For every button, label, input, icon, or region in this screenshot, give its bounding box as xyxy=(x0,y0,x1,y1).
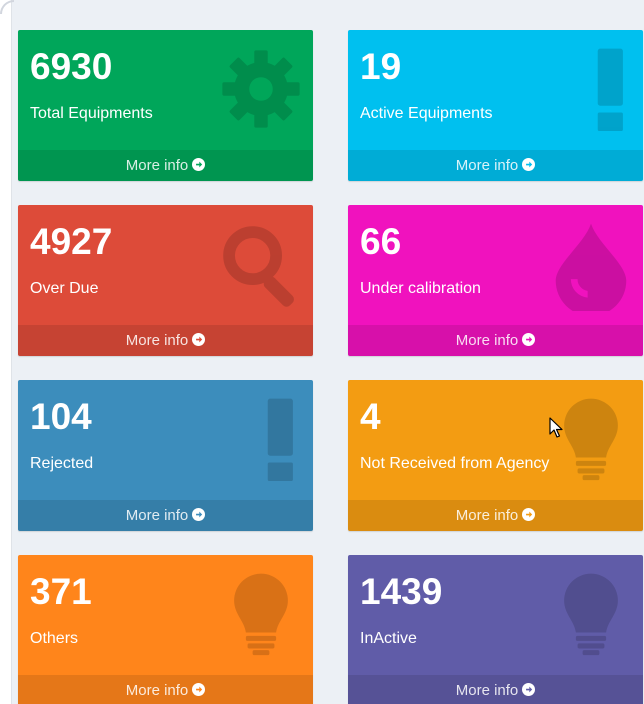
small-box-total-equipments: 6930 Total Equipments More info xyxy=(18,30,313,181)
arrow-circle-right-icon xyxy=(522,333,536,346)
arrow-circle-right-icon xyxy=(522,508,536,521)
box-label: InActive xyxy=(360,630,417,647)
box-label: Over Due xyxy=(30,280,99,297)
arrow-circle-right-icon xyxy=(522,158,536,171)
box-label: Not Received from Agency xyxy=(360,455,550,472)
mouse-cursor-icon xyxy=(549,417,563,438)
more-info-label: More info xyxy=(455,332,519,349)
more-info-link[interactable]: More info xyxy=(18,500,313,531)
arrow-circle-right-icon xyxy=(522,683,536,696)
small-box-inactive: 1439 InActive More info xyxy=(348,555,643,704)
more-info-link[interactable]: More info xyxy=(348,150,643,181)
search-icon xyxy=(219,217,303,311)
more-info-label: More info xyxy=(455,507,519,524)
box-label: Rejected xyxy=(30,455,94,472)
more-info-link[interactable]: More info xyxy=(18,675,313,704)
more-info-link[interactable]: More info xyxy=(348,325,643,356)
box-label: Others xyxy=(30,630,79,647)
more-info-link[interactable]: More info xyxy=(348,500,643,531)
box-count: 104 xyxy=(30,396,92,437)
more-info-label: More info xyxy=(125,157,189,174)
sidebar-edge xyxy=(0,0,12,704)
more-info-label: More info xyxy=(125,682,189,699)
more-info-label: More info xyxy=(455,682,519,699)
box-count: 371 xyxy=(30,571,92,612)
box-count: 66 xyxy=(360,221,402,262)
box-label: Under calibration xyxy=(360,280,481,297)
arrow-circle-right-icon xyxy=(192,333,206,346)
tint-icon xyxy=(549,217,633,311)
more-info-link[interactable]: More info xyxy=(18,325,313,356)
more-info-link[interactable]: More info xyxy=(18,150,313,181)
arrow-circle-right-icon xyxy=(192,158,206,171)
box-label: Active Equipments xyxy=(360,105,493,122)
box-count: 1439 xyxy=(360,571,443,612)
box-label: Total Equipments xyxy=(30,105,153,122)
lightbulb-icon xyxy=(549,392,633,486)
more-info-link[interactable]: More info xyxy=(348,675,643,704)
gear-icon xyxy=(219,42,303,136)
small-box-over-due: 4927 Over Due More info xyxy=(18,205,313,356)
small-box-rejected: 104 Rejected More info xyxy=(18,380,313,531)
lightbulb-icon xyxy=(549,567,633,661)
box-count: 6930 xyxy=(30,46,113,87)
arrow-circle-right-icon xyxy=(192,683,206,696)
dashboard-frame: 6930 Total Equipments More info 19 Activ… xyxy=(0,0,644,704)
exclamation-icon xyxy=(219,392,303,486)
more-info-label: More info xyxy=(125,332,189,349)
lightbulb-icon xyxy=(219,567,303,661)
more-info-label: More info xyxy=(455,157,519,174)
arrow-circle-right-icon xyxy=(192,508,206,521)
exclamation-icon xyxy=(549,42,633,136)
more-info-label: More info xyxy=(125,507,189,524)
small-box-others: 371 Others More info xyxy=(18,555,313,704)
box-count: 4927 xyxy=(30,221,113,262)
box-count: 19 xyxy=(360,46,402,87)
box-count: 4 xyxy=(360,396,381,437)
small-box-under-calibration: 66 Under calibration More info xyxy=(348,205,643,356)
small-box-active-equipments: 19 Active Equipments More info xyxy=(348,30,643,181)
small-box-not-received-from-agency: 4 Not Received from Agency More info xyxy=(348,380,643,531)
